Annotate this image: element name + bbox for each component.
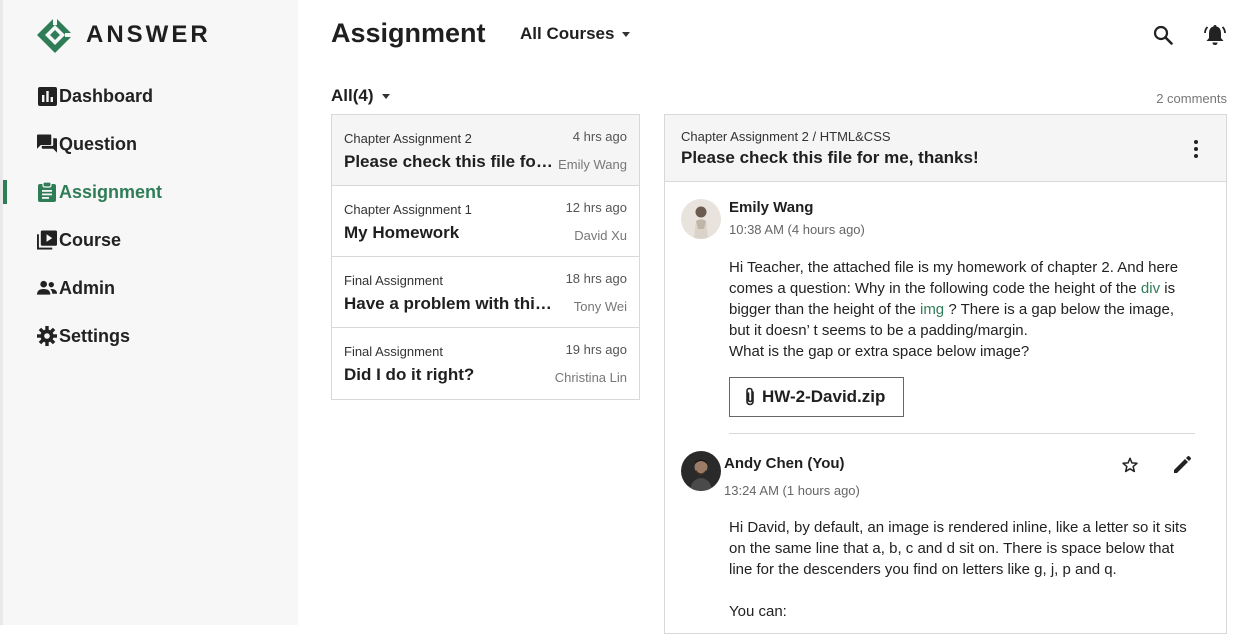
course-filter-dropdown[interactable]: All Courses [520,24,631,44]
notification-bell-icon[interactable] [1203,23,1227,47]
edit-pencil-icon[interactable] [1171,454,1193,476]
reply-author: Andy Chen (You) [724,455,845,472]
sidebar-item-settings[interactable]: Settings [0,312,298,360]
chevron-down-icon [622,31,631,37]
assignment-list: Chapter Assignment 2 4 hrs ago Please ch… [331,114,640,400]
assignment-author: Christina Lin [554,370,627,385]
assignment-category: Chapter Assignment 2 [344,131,472,146]
sidebar-item-assignment[interactable]: Assignment [0,168,298,216]
video-library-icon [37,230,57,250]
sidebar-item-label: Course [59,229,122,250]
attachment-label: HW-2-David.zip [762,387,886,406]
people-icon [37,278,57,298]
sidebar-item-label: Dashboard [59,85,154,106]
assignment-time: 18 hrs ago [565,271,627,286]
sidebar-item-dashboard[interactable]: Dashboard [0,72,298,120]
assignment-author: Tony Wei [573,299,627,314]
assignment-time: 19 hrs ago [565,342,627,357]
assignment-category: Chapter Assignment 1 [344,202,472,217]
forum-icon [37,134,57,154]
search-icon[interactable] [1151,23,1175,47]
sidebar-nav: Dashboard Question Assignment Course Adm… [0,72,298,360]
list-item[interactable]: Final Assignment 18 hrs ago Have a probl… [332,257,639,328]
list-item[interactable]: Chapter Assignment 1 12 hrs ago My Homew… [332,186,639,257]
star-icon[interactable] [1119,454,1141,476]
reply-text: Hi David, by default, an image is render… [729,519,1187,578]
chevron-down-icon [381,93,390,99]
more-options-icon[interactable] [1186,137,1206,161]
page-title: Assignment [331,18,486,48]
attachment-button[interactable]: HW-2-David.zip [729,377,904,417]
assignment-detail: Chapter Assignment 2 / HTML&CSS Please c… [664,114,1227,634]
assignment-category: Final Assignment [344,344,443,359]
logo-text: ANSWER [86,21,211,48]
course-filter-label: All Courses [520,24,615,43]
code-keyword: img [919,301,945,318]
sidebar-item-question[interactable]: Question [0,120,298,168]
avatar[interactable] [681,199,721,239]
status-filter-label: All(4) [331,86,374,105]
avatar[interactable] [681,451,721,491]
assignment-title: Did I do it right? [344,365,475,384]
sidebar-item-label: Settings [59,325,131,346]
assignment-author: David Xu [574,228,627,243]
status-filter-dropdown[interactable]: All(4) [331,86,390,106]
list-item[interactable]: Chapter Assignment 2 4 hrs ago Please ch… [332,115,639,186]
sidebar-item-label: Admin [59,277,115,298]
breadcrumb: Chapter Assignment 2 / HTML&CSS [681,129,891,144]
list-item[interactable]: Final Assignment 19 hrs ago Did I do it … [332,328,639,399]
assignment-title: My Homework [344,223,460,242]
post-time: 10:38 AM (4 hours ago) [729,222,865,237]
assignment-time: 4 hrs ago [572,129,627,144]
reply-time: 13:24 AM (1 hours ago) [724,483,860,498]
sidebar-item-label: Assignment [59,181,163,202]
detail-title: Please check this file for me, thanks! [681,148,979,167]
sidebar-item-course[interactable]: Course [0,216,298,264]
clipboard-icon [37,182,57,202]
sidebar: ANSWER Dashboard Question Assignment Cou… [0,0,298,625]
divider [729,433,1195,434]
reply-text: You can: [729,603,787,620]
code-keyword: div [1140,280,1161,297]
post-author: Emily Wang [729,199,814,216]
gear-icon [37,326,57,346]
comments-count: 2 comments [1156,91,1227,106]
post-text: Hi Teacher, the attached file is my home… [729,259,1179,297]
post-body: Hi Teacher, the attached file is my home… [729,257,1199,362]
sidebar-item-label: Question [59,133,138,154]
post-text: What is the gap or extra space below ima… [729,343,1030,360]
assignment-category: Final Assignment [344,273,443,288]
logo-mark-icon [37,17,73,53]
sidebar-item-admin[interactable]: Admin [0,264,298,312]
assignment-time: 12 hrs ago [565,200,627,215]
active-indicator [3,180,7,204]
app-logo[interactable]: ANSWER [36,16,211,54]
reply-body: Hi David, by default, an image is render… [729,517,1199,622]
assignment-author: Emily Wang [558,157,627,172]
paperclip-icon [746,387,754,406]
assignment-title: Have a problem with this question [344,294,559,313]
detail-header: Chapter Assignment 2 / HTML&CSS Please c… [665,115,1226,182]
assignment-title: Please check this file for me, thanks! [344,152,559,171]
bar-chart-icon [37,86,57,106]
